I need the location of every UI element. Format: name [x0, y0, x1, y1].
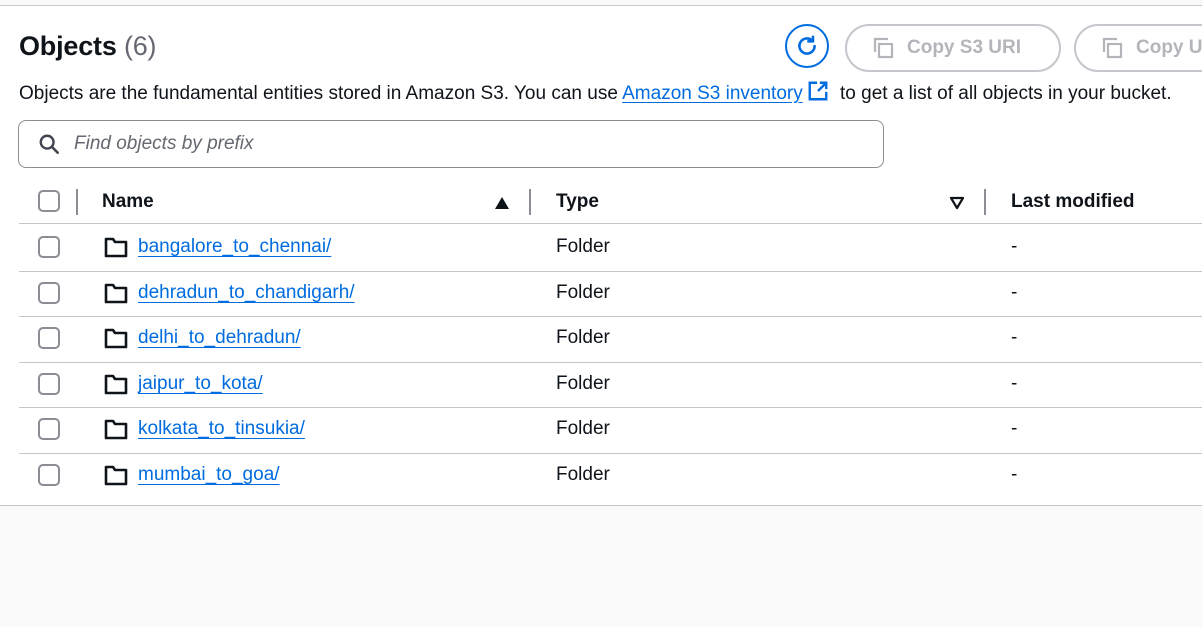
object-last-modified: - — [1011, 464, 1018, 485]
folder-icon — [104, 282, 128, 304]
copy-s3-uri-button[interactable]: Copy S3 URI — [845, 24, 1061, 72]
folder-icon — [104, 373, 128, 395]
object-name-link[interactable]: jaipur_to_kota/ — [138, 373, 263, 395]
table-row: dehradun_to_chandigarh/ Folder - — [0, 271, 1202, 316]
column-header-name[interactable]: Name — [102, 191, 154, 213]
description-text-after: to get a list of all objects in your buc… — [834, 83, 1172, 104]
column-header-type[interactable]: Type — [556, 191, 599, 213]
table-row: mumbai_to_goa/ Folder - — [0, 453, 1202, 498]
objects-description: Objects are the fundamental entities sto… — [19, 80, 1172, 108]
object-count: (6) — [123, 31, 157, 61]
object-last-modified: - — [1011, 236, 1018, 257]
page-title: Objects (6) — [19, 31, 157, 62]
object-type: Folder — [556, 464, 610, 485]
refresh-button[interactable] — [785, 24, 829, 68]
select-all-checkbox[interactable] — [38, 190, 60, 212]
column-divider[interactable] — [984, 189, 986, 215]
object-name-link[interactable]: delhi_to_dehradun/ — [138, 327, 301, 349]
folder-icon — [104, 327, 128, 349]
object-type: Folder — [556, 327, 610, 348]
row-checkbox[interactable] — [38, 327, 60, 349]
object-name-link[interactable]: mumbai_to_goa/ — [138, 464, 280, 486]
sort-ascending-icon[interactable] — [494, 196, 510, 215]
title-text: Objects — [19, 31, 117, 61]
copy-s3-uri-label: Copy S3 URI — [907, 37, 1022, 58]
row-checkbox[interactable] — [38, 282, 60, 304]
object-last-modified: - — [1011, 327, 1018, 348]
object-type: Folder — [556, 282, 610, 303]
object-last-modified: - — [1011, 282, 1018, 303]
search-icon — [38, 133, 60, 155]
sort-descending-icon[interactable] — [949, 196, 965, 215]
object-name-link[interactable]: dehradun_to_chandigarh/ — [138, 282, 355, 304]
description-text-before: Objects are the fundamental entities sto… — [19, 83, 623, 104]
row-checkbox[interactable] — [38, 464, 60, 486]
folder-icon — [104, 464, 128, 486]
object-name-link[interactable]: bangalore_to_chennai/ — [138, 236, 331, 258]
object-type: Folder — [556, 236, 610, 257]
table-row: jaipur_to_kota/ Folder - — [0, 362, 1202, 407]
row-checkbox[interactable] — [38, 236, 60, 258]
row-checkbox[interactable] — [38, 418, 60, 440]
refresh-icon — [798, 35, 816, 55]
folder-icon — [104, 418, 128, 440]
object-name-link[interactable]: kolkata_to_tinsukia/ — [138, 418, 305, 440]
row-checkbox[interactable] — [38, 373, 60, 395]
table-row: kolkata_to_tinsukia/ Folder - — [0, 407, 1202, 452]
column-divider[interactable] — [529, 189, 531, 215]
column-header-last-modified[interactable]: Last modified — [1011, 191, 1135, 213]
table-row: delhi_to_dehradun/ Folder - — [0, 316, 1202, 361]
column-divider — [76, 189, 78, 215]
table-row: bangalore_to_chennai/ Folder - — [0, 225, 1202, 270]
header-divider — [19, 223, 1202, 224]
external-link-icon[interactable] — [807, 80, 829, 108]
s3-inventory-link[interactable]: Amazon S3 inventory — [622, 83, 803, 104]
search-input[interactable] — [72, 132, 856, 156]
object-last-modified: - — [1011, 418, 1018, 439]
copy-url-button[interactable]: Copy URL — [1074, 24, 1202, 72]
object-last-modified: - — [1011, 373, 1018, 394]
object-type: Folder — [556, 373, 610, 394]
copy-url-label: Copy URL — [1136, 37, 1202, 58]
search-box — [18, 120, 884, 168]
object-type: Folder — [556, 418, 610, 439]
copy-icon — [1100, 36, 1124, 60]
folder-icon — [104, 236, 128, 258]
copy-icon — [871, 36, 895, 60]
